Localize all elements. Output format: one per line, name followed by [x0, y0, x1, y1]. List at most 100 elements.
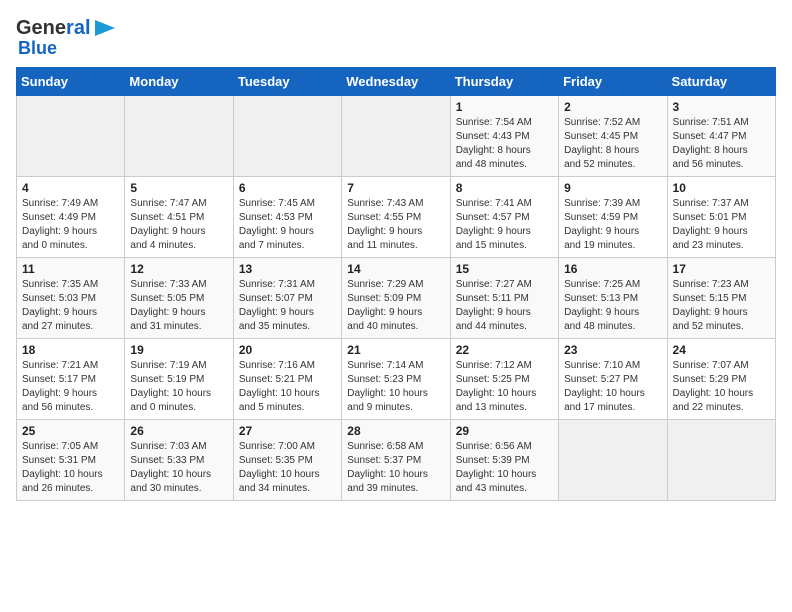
page-header: General Blue	[16, 16, 776, 59]
day-number: 22	[456, 343, 553, 357]
day-info: Sunrise: 7:49 AM Sunset: 4:49 PM Dayligh…	[22, 197, 119, 253]
day-info: Sunrise: 7:51 AM Sunset: 4:47 PM Dayligh…	[673, 116, 770, 172]
calendar-cell: 27 Sunrise: 7:00 AM Sunset: 5:35 PM Dayli…	[233, 420, 341, 501]
calendar-cell: 12 Sunrise: 7:33 AM Sunset: 5:05 PM Dayli…	[125, 258, 233, 339]
week-row-1: 1Sunrise: 7:54 AM Sunset: 4:43 PM Daylig…	[17, 96, 776, 177]
calendar-cell	[559, 420, 667, 501]
day-number: 6	[239, 181, 336, 195]
calendar-cell: 4 Sunrise: 7:49 AM Sunset: 4:49 PM Daylig…	[17, 177, 125, 258]
day-header-saturday: Saturday	[667, 68, 775, 96]
calendar-cell	[17, 96, 125, 177]
day-info: Sunrise: 6:58 AM Sunset: 5:37 PM Dayligh…	[347, 440, 444, 496]
calendar-cell: 10 Sunrise: 7:37 AM Sunset: 5:01 PM Dayli…	[667, 177, 775, 258]
header-row: SundayMondayTuesdayWednesdayThursdayFrid…	[17, 68, 776, 96]
day-info: Sunrise: 7:29 AM Sunset: 5:09 PM Dayligh…	[347, 278, 444, 334]
calendar-cell: 2 Sunrise: 7:52 AM Sunset: 4:45 PM Daylig…	[559, 96, 667, 177]
day-number: 24	[673, 343, 770, 357]
day-number: 27	[239, 424, 336, 438]
day-info: Sunrise: 7:00 AM Sunset: 5:35 PM Dayligh…	[239, 440, 336, 496]
day-header-tuesday: Tuesday	[233, 68, 341, 96]
logo-general: General	[16, 18, 91, 38]
day-info: Sunrise: 7:19 AM Sunset: 5:19 PM Dayligh…	[130, 359, 227, 415]
calendar-cell: 3 Sunrise: 7:51 AM Sunset: 4:47 PM Daylig…	[667, 96, 775, 177]
calendar-cell: 18 Sunrise: 7:21 AM Sunset: 5:17 PM Dayli…	[17, 339, 125, 420]
calendar-cell: 13 Sunrise: 7:31 AM Sunset: 5:07 PM Dayli…	[233, 258, 341, 339]
calendar-cell: 22 Sunrise: 7:12 AM Sunset: 5:25 PM Dayli…	[450, 339, 558, 420]
calendar-cell: 16 Sunrise: 7:25 AM Sunset: 5:13 PM Dayli…	[559, 258, 667, 339]
week-row-3: 11 Sunrise: 7:35 AM Sunset: 5:03 PM Dayli…	[17, 258, 776, 339]
week-row-5: 25 Sunrise: 7:05 AM Sunset: 5:31 PM Dayli…	[17, 420, 776, 501]
day-info: Sunrise: 7:23 AM Sunset: 5:15 PM Dayligh…	[673, 278, 770, 334]
calendar-cell: 6Sunrise: 7:45 AM Sunset: 4:53 PM Daylig…	[233, 177, 341, 258]
day-number: 10	[673, 181, 770, 195]
day-number: 29	[456, 424, 553, 438]
day-number: 1	[456, 100, 553, 114]
day-info: Sunrise: 7:31 AM Sunset: 5:07 PM Dayligh…	[239, 278, 336, 334]
day-info: Sunrise: 7:27 AM Sunset: 5:11 PM Dayligh…	[456, 278, 553, 334]
logo-container: General Blue	[16, 16, 117, 59]
calendar-cell: 17 Sunrise: 7:23 AM Sunset: 5:15 PM Dayli…	[667, 258, 775, 339]
day-info: Sunrise: 7:47 AM Sunset: 4:51 PM Dayligh…	[130, 197, 227, 253]
calendar-cell: 26Sunrise: 7:03 AM Sunset: 5:33 PM Dayli…	[125, 420, 233, 501]
day-number: 21	[347, 343, 444, 357]
day-number: 25	[22, 424, 119, 438]
week-row-2: 4 Sunrise: 7:49 AM Sunset: 4:49 PM Daylig…	[17, 177, 776, 258]
day-number: 20	[239, 343, 336, 357]
calendar-cell: 24 Sunrise: 7:07 AM Sunset: 5:29 PM Dayli…	[667, 339, 775, 420]
day-number: 13	[239, 262, 336, 276]
day-info: Sunrise: 7:35 AM Sunset: 5:03 PM Dayligh…	[22, 278, 119, 334]
calendar-cell: 20 Sunrise: 7:16 AM Sunset: 5:21 PM Dayli…	[233, 339, 341, 420]
day-number: 16	[564, 262, 661, 276]
day-info: Sunrise: 7:52 AM Sunset: 4:45 PM Dayligh…	[564, 116, 661, 172]
day-header-wednesday: Wednesday	[342, 68, 450, 96]
calendar-cell	[342, 96, 450, 177]
day-number: 17	[673, 262, 770, 276]
day-info: Sunrise: 7:14 AM Sunset: 5:23 PM Dayligh…	[347, 359, 444, 415]
calendar-cell: 19 Sunrise: 7:19 AM Sunset: 5:19 PM Dayli…	[125, 339, 233, 420]
day-info: Sunrise: 7:39 AM Sunset: 4:59 PM Dayligh…	[564, 197, 661, 253]
logo-arrow-icon	[93, 16, 117, 40]
calendar-cell	[233, 96, 341, 177]
day-number: 5	[130, 181, 227, 195]
day-number: 12	[130, 262, 227, 276]
day-number: 18	[22, 343, 119, 357]
day-number: 23	[564, 343, 661, 357]
calendar-cell: 11 Sunrise: 7:35 AM Sunset: 5:03 PM Dayli…	[17, 258, 125, 339]
calendar-cell: 25 Sunrise: 7:05 AM Sunset: 5:31 PM Dayli…	[17, 420, 125, 501]
day-info: Sunrise: 7:07 AM Sunset: 5:29 PM Dayligh…	[673, 359, 770, 415]
day-info: Sunrise: 6:56 AM Sunset: 5:39 PM Dayligh…	[456, 440, 553, 496]
day-info: Sunrise: 7:41 AM Sunset: 4:57 PM Dayligh…	[456, 197, 553, 253]
day-header-thursday: Thursday	[450, 68, 558, 96]
calendar-cell	[125, 96, 233, 177]
day-number: 2	[564, 100, 661, 114]
day-info: Sunrise: 7:25 AM Sunset: 5:13 PM Dayligh…	[564, 278, 661, 334]
day-number: 3	[673, 100, 770, 114]
calendar-cell: 28 Sunrise: 6:58 AM Sunset: 5:37 PM Dayli…	[342, 420, 450, 501]
day-number: 7	[347, 181, 444, 195]
logo: General Blue	[16, 16, 117, 59]
day-info: Sunrise: 7:21 AM Sunset: 5:17 PM Dayligh…	[22, 359, 119, 415]
logo-blue: Blue	[18, 38, 57, 59]
week-row-4: 18 Sunrise: 7:21 AM Sunset: 5:17 PM Dayli…	[17, 339, 776, 420]
day-info: Sunrise: 7:16 AM Sunset: 5:21 PM Dayligh…	[239, 359, 336, 415]
day-number: 15	[456, 262, 553, 276]
day-number: 4	[22, 181, 119, 195]
day-number: 9	[564, 181, 661, 195]
day-info: Sunrise: 7:03 AM Sunset: 5:33 PM Dayligh…	[130, 440, 227, 496]
day-info: Sunrise: 7:33 AM Sunset: 5:05 PM Dayligh…	[130, 278, 227, 334]
day-info: Sunrise: 7:43 AM Sunset: 4:55 PM Dayligh…	[347, 197, 444, 253]
day-number: 19	[130, 343, 227, 357]
calendar-cell: 5 Sunrise: 7:47 AM Sunset: 4:51 PM Daylig…	[125, 177, 233, 258]
day-number: 8	[456, 181, 553, 195]
calendar-table: SundayMondayTuesdayWednesdayThursdayFrid…	[16, 67, 776, 501]
calendar-cell: 14Sunrise: 7:29 AM Sunset: 5:09 PM Dayli…	[342, 258, 450, 339]
day-info: Sunrise: 7:05 AM Sunset: 5:31 PM Dayligh…	[22, 440, 119, 496]
calendar-cell: 29 Sunrise: 6:56 AM Sunset: 5:39 PM Dayli…	[450, 420, 558, 501]
day-number: 28	[347, 424, 444, 438]
calendar-cell: 23Sunrise: 7:10 AM Sunset: 5:27 PM Dayli…	[559, 339, 667, 420]
day-number: 11	[22, 262, 119, 276]
day-info: Sunrise: 7:37 AM Sunset: 5:01 PM Dayligh…	[673, 197, 770, 253]
calendar-cell: 21 Sunrise: 7:14 AM Sunset: 5:23 PM Dayli…	[342, 339, 450, 420]
calendar-cell: 8 Sunrise: 7:41 AM Sunset: 4:57 PM Daylig…	[450, 177, 558, 258]
day-info: Sunrise: 7:12 AM Sunset: 5:25 PM Dayligh…	[456, 359, 553, 415]
